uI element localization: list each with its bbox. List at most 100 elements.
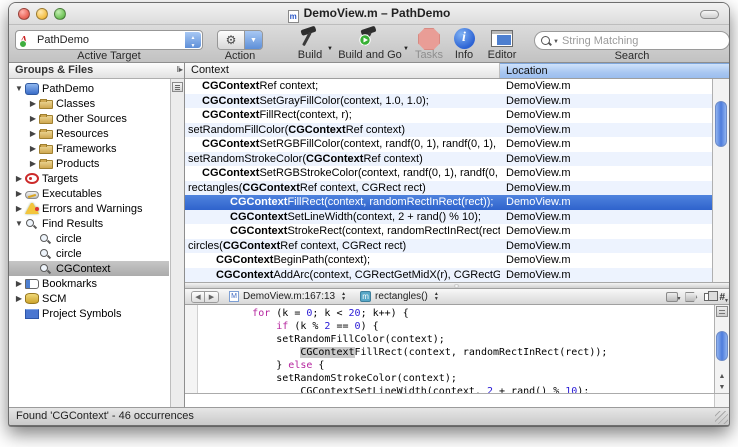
result-context: CGContextSetGrayFillColor(context, 1.0, … (185, 95, 500, 107)
disclosure-triangle-icon[interactable]: ▶ (27, 99, 39, 108)
function-popup-stepper-icon[interactable]: ▲▼ (434, 292, 439, 302)
split-editor-icon[interactable] (716, 306, 728, 317)
sidebar-item-classes[interactable]: ▶ Classes (9, 96, 169, 111)
sidebar-item-frameworks[interactable]: ▶Frameworks (9, 141, 169, 156)
editor-scroll-down-icon[interactable]: ▼ (715, 382, 729, 393)
back-button[interactable]: ◀ (192, 292, 205, 302)
sidebar-item-project-symbols[interactable]: Project Symbols (9, 306, 169, 321)
sidebar-item-label: Targets (42, 173, 78, 185)
disclosure-triangle-icon[interactable]: ▼ (13, 84, 25, 93)
forward-button[interactable]: ▶ (205, 292, 218, 302)
disclosure-triangle-icon[interactable]: ▶ (13, 174, 25, 183)
tasks-label: Tasks (411, 49, 447, 61)
splitter-dimple-icon (454, 284, 459, 288)
editor-label: Editor (481, 49, 523, 61)
result-row[interactable]: circles(CGContextRef context, CGRect rec… (185, 239, 729, 254)
splitter-toggle-icon[interactable]: ‖▸ (177, 65, 182, 74)
result-row[interactable]: CGContextBeginPath(context);DemoView.m (185, 253, 729, 268)
title-bar[interactable]: mDemoView.m – PathDemo (9, 3, 729, 25)
sidebar-item-label: Classes (56, 98, 95, 110)
disclosure-triangle-icon[interactable]: ▶ (13, 189, 25, 198)
result-row[interactable]: CGContextAddArc(context, CGRectGetMidX(r… (185, 268, 729, 283)
sidebar-item-cgcontext[interactable]: CGContext (9, 261, 169, 276)
result-row[interactable]: CGContextStrokeRect(context, randomRectI… (185, 224, 729, 239)
sidebar-item-targets[interactable]: ▶ Targets (9, 171, 169, 186)
sidebar-item-circle[interactable]: circle (9, 231, 169, 246)
scm-icon (25, 293, 39, 304)
window-title-area: mDemoView.m – PathDemo (9, 6, 729, 23)
action-label: Action (217, 50, 263, 62)
editor-button[interactable]: Editor (481, 26, 523, 62)
search-label: Search (534, 50, 730, 62)
result-row[interactable]: setRandomStrokeColor(CGContextRef contex… (185, 152, 729, 167)
file-history-popup[interactable]: DemoView.m:167:13 (243, 291, 335, 302)
sidebar-scrollbar-track[interactable]: ‖▸ (170, 79, 184, 407)
sidebar-item-scm[interactable]: ▶SCM (9, 291, 169, 306)
hammer-go-icon (357, 26, 383, 48)
sidebar-item-executables[interactable]: ▶Executables (9, 186, 169, 201)
build-button[interactable]: ▼ Build (289, 26, 331, 62)
file-popup-stepper-icon[interactable]: ▲▼ (341, 292, 346, 302)
toolbar-toggle-button[interactable] (700, 10, 719, 19)
file-doc-icon: M (229, 291, 239, 302)
sidebar-item-find-results[interactable]: ▼ Find Results (9, 216, 169, 231)
info-button[interactable]: i Info (449, 26, 479, 62)
result-row[interactable]: CGContextSetLineWidth(context, 2 + rand(… (185, 210, 729, 225)
bookmarks-menu-icon[interactable]: ▼ (666, 292, 678, 302)
result-row[interactable]: rectangles(CGContextRef context, CGRect … (185, 181, 729, 196)
result-row[interactable]: CGContextSetGrayFillColor(context, 1.0, … (185, 94, 729, 109)
build-and-go-button[interactable]: ▼ Build and Go (333, 26, 407, 62)
scrollbar-thumb[interactable] (715, 101, 727, 147)
breakpoints-menu-icon[interactable]: ▼ (685, 292, 697, 302)
scrollbar-corner (714, 394, 729, 407)
result-row[interactable]: CGContextFillRect(context, r);DemoView.m (185, 108, 729, 123)
result-row[interactable]: CGContextRef context;DemoView.m (185, 79, 729, 94)
sidebar-item-other-sources[interactable]: ▶Other Sources (9, 111, 169, 126)
code-editor[interactable]: for (k = 0; k < 20; k++) { if (k % 2 == … (185, 305, 729, 393)
result-row[interactable]: CGContextSetRGBFillColor(context, randf(… (185, 137, 729, 152)
sidebar-item-products[interactable]: ▶Products (9, 156, 169, 171)
document-icon: m (288, 10, 299, 23)
disclosure-triangle-icon[interactable]: ▶ (13, 294, 25, 303)
sidebar-item-errors-and-warnings[interactable]: ▶Errors and Warnings (9, 201, 169, 216)
sidebar-item-label: Find Results (42, 218, 103, 230)
status-bar: Found 'CGContext' - 46 occurrences (9, 407, 729, 425)
column-header-context[interactable]: Context (185, 63, 500, 78)
status-text: Found 'CGContext' - 46 occurrences (16, 410, 194, 422)
disclosure-triangle-icon[interactable]: ▶ (13, 279, 25, 288)
sidebar-item-circle[interactable]: circle (9, 246, 169, 261)
folder-icon (39, 115, 53, 124)
function-popup[interactable]: rectangles() (375, 291, 428, 302)
code-line: CGContextSetLineWidth(context, 2 + rand(… (204, 385, 713, 393)
editor-scrollbar-thumb[interactable] (716, 331, 728, 361)
result-row[interactable]: CGContextSetRGBStrokeColor(context, rand… (185, 166, 729, 181)
result-row[interactable]: CGContextFillRect(context, randomRectInR… (185, 195, 729, 210)
disclosure-triangle-icon[interactable]: ▶ (27, 144, 39, 153)
outline-menu-icon[interactable] (172, 82, 183, 92)
result-row[interactable]: setRandomFillColor(CGContextRef context)… (185, 123, 729, 138)
magnifier-icon (39, 233, 53, 245)
result-location: DemoView.m (500, 95, 713, 107)
active-target-label: Active Target (15, 50, 203, 62)
result-location: DemoView.m (500, 240, 713, 252)
editor-splitter[interactable] (185, 282, 729, 289)
line-number-menu[interactable]: #▼ (719, 292, 725, 303)
editor-hscrollbar[interactable] (185, 393, 729, 407)
editor-pane-icon (491, 30, 513, 47)
editor-scrollbar[interactable]: ▲ ▼ (714, 305, 729, 393)
counterpart-icon[interactable] (704, 293, 712, 301)
resize-grip[interactable] (715, 411, 728, 424)
disclosure-triangle-icon[interactable]: ▶ (27, 159, 39, 168)
column-header-location[interactable]: Location (500, 63, 729, 78)
disclosure-triangle-icon[interactable]: ▶ (13, 204, 25, 213)
disclosure-triangle-icon[interactable]: ▼ (13, 219, 25, 228)
app-icon (25, 83, 39, 95)
disclosure-triangle-icon[interactable]: ▶ (27, 129, 39, 138)
disclosure-triangle-icon[interactable]: ▶ (27, 114, 39, 123)
sidebar-item-resources[interactable]: ▶Resources (9, 126, 169, 141)
sidebar-item-pathdemo[interactable]: ▼PathDemo (9, 81, 169, 96)
editor-gutter[interactable] (185, 305, 198, 393)
sidebar-header: Groups & Files (9, 63, 184, 79)
sidebar-item-bookmarks[interactable]: ▶Bookmarks (9, 276, 169, 291)
editor-scroll-up-icon[interactable]: ▲ (715, 371, 729, 382)
